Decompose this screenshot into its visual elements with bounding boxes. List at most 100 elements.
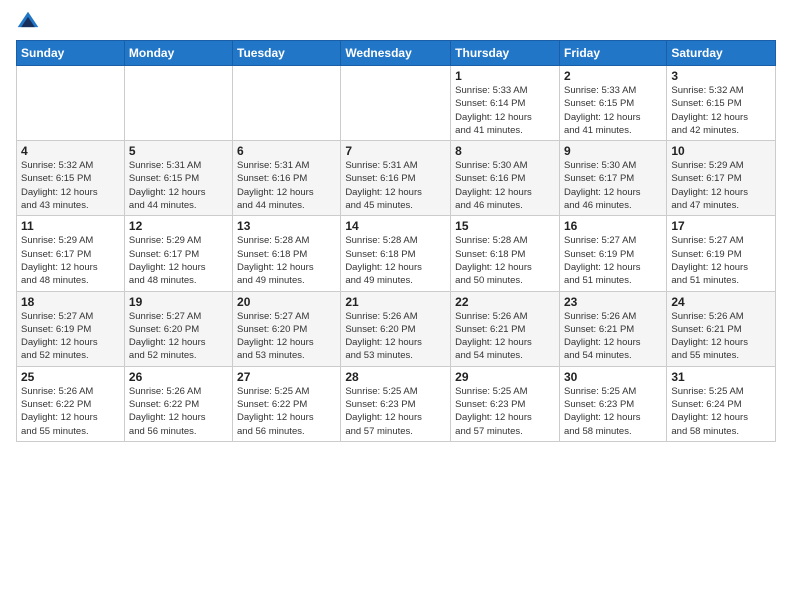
day-number: 2 [564, 69, 662, 83]
calendar-cell: 17Sunrise: 5:27 AM Sunset: 6:19 PM Dayli… [667, 216, 776, 291]
day-number: 26 [129, 370, 228, 384]
logo [16, 10, 44, 34]
calendar-cell [17, 66, 125, 141]
page: SundayMondayTuesdayWednesdayThursdayFrid… [0, 0, 792, 612]
day-number: 4 [21, 144, 120, 158]
calendar-cell: 5Sunrise: 5:31 AM Sunset: 6:15 PM Daylig… [124, 141, 232, 216]
header [16, 10, 776, 34]
weekday-header-friday: Friday [559, 41, 666, 66]
day-info: Sunrise: 5:25 AM Sunset: 6:23 PM Dayligh… [455, 385, 555, 438]
calendar-cell: 27Sunrise: 5:25 AM Sunset: 6:22 PM Dayli… [233, 366, 341, 441]
calendar-week-1: 1Sunrise: 5:33 AM Sunset: 6:14 PM Daylig… [17, 66, 776, 141]
day-number: 1 [455, 69, 555, 83]
day-number: 17 [671, 219, 771, 233]
calendar-cell: 6Sunrise: 5:31 AM Sunset: 6:16 PM Daylig… [233, 141, 341, 216]
calendar-week-2: 4Sunrise: 5:32 AM Sunset: 6:15 PM Daylig… [17, 141, 776, 216]
day-info: Sunrise: 5:27 AM Sunset: 6:20 PM Dayligh… [129, 310, 228, 363]
calendar-cell [233, 66, 341, 141]
calendar-cell: 26Sunrise: 5:26 AM Sunset: 6:22 PM Dayli… [124, 366, 232, 441]
day-number: 21 [345, 295, 446, 309]
calendar-cell: 14Sunrise: 5:28 AM Sunset: 6:18 PM Dayli… [341, 216, 451, 291]
day-info: Sunrise: 5:29 AM Sunset: 6:17 PM Dayligh… [671, 159, 771, 212]
day-info: Sunrise: 5:27 AM Sunset: 6:19 PM Dayligh… [671, 234, 771, 287]
day-number: 23 [564, 295, 662, 309]
calendar-week-5: 25Sunrise: 5:26 AM Sunset: 6:22 PM Dayli… [17, 366, 776, 441]
day-info: Sunrise: 5:26 AM Sunset: 6:21 PM Dayligh… [671, 310, 771, 363]
day-number: 7 [345, 144, 446, 158]
day-info: Sunrise: 5:26 AM Sunset: 6:22 PM Dayligh… [21, 385, 120, 438]
day-info: Sunrise: 5:25 AM Sunset: 6:23 PM Dayligh… [345, 385, 446, 438]
calendar-cell: 18Sunrise: 5:27 AM Sunset: 6:19 PM Dayli… [17, 291, 125, 366]
weekday-header-monday: Monday [124, 41, 232, 66]
calendar-week-4: 18Sunrise: 5:27 AM Sunset: 6:19 PM Dayli… [17, 291, 776, 366]
day-number: 6 [237, 144, 336, 158]
day-info: Sunrise: 5:31 AM Sunset: 6:16 PM Dayligh… [237, 159, 336, 212]
calendar-table: SundayMondayTuesdayWednesdayThursdayFrid… [16, 40, 776, 442]
calendar-cell: 25Sunrise: 5:26 AM Sunset: 6:22 PM Dayli… [17, 366, 125, 441]
day-number: 13 [237, 219, 336, 233]
day-number: 20 [237, 295, 336, 309]
calendar-cell: 8Sunrise: 5:30 AM Sunset: 6:16 PM Daylig… [451, 141, 560, 216]
day-number: 12 [129, 219, 228, 233]
day-info: Sunrise: 5:28 AM Sunset: 6:18 PM Dayligh… [345, 234, 446, 287]
day-info: Sunrise: 5:26 AM Sunset: 6:20 PM Dayligh… [345, 310, 446, 363]
logo-icon [16, 10, 40, 34]
calendar-cell: 16Sunrise: 5:27 AM Sunset: 6:19 PM Dayli… [559, 216, 666, 291]
day-number: 30 [564, 370, 662, 384]
day-number: 15 [455, 219, 555, 233]
calendar-cell: 28Sunrise: 5:25 AM Sunset: 6:23 PM Dayli… [341, 366, 451, 441]
day-info: Sunrise: 5:33 AM Sunset: 6:14 PM Dayligh… [455, 84, 555, 137]
day-number: 11 [21, 219, 120, 233]
day-info: Sunrise: 5:29 AM Sunset: 6:17 PM Dayligh… [129, 234, 228, 287]
day-number: 16 [564, 219, 662, 233]
day-info: Sunrise: 5:28 AM Sunset: 6:18 PM Dayligh… [455, 234, 555, 287]
day-info: Sunrise: 5:25 AM Sunset: 6:24 PM Dayligh… [671, 385, 771, 438]
day-number: 18 [21, 295, 120, 309]
weekday-header-sunday: Sunday [17, 41, 125, 66]
calendar-cell: 12Sunrise: 5:29 AM Sunset: 6:17 PM Dayli… [124, 216, 232, 291]
day-info: Sunrise: 5:32 AM Sunset: 6:15 PM Dayligh… [21, 159, 120, 212]
calendar-cell: 2Sunrise: 5:33 AM Sunset: 6:15 PM Daylig… [559, 66, 666, 141]
calendar-cell: 7Sunrise: 5:31 AM Sunset: 6:16 PM Daylig… [341, 141, 451, 216]
day-info: Sunrise: 5:27 AM Sunset: 6:19 PM Dayligh… [564, 234, 662, 287]
calendar-cell: 13Sunrise: 5:28 AM Sunset: 6:18 PM Dayli… [233, 216, 341, 291]
day-info: Sunrise: 5:26 AM Sunset: 6:21 PM Dayligh… [564, 310, 662, 363]
day-number: 3 [671, 69, 771, 83]
day-number: 25 [21, 370, 120, 384]
day-info: Sunrise: 5:32 AM Sunset: 6:15 PM Dayligh… [671, 84, 771, 137]
day-number: 14 [345, 219, 446, 233]
calendar-week-3: 11 Sunrise: 5:29 AM Sunset: 6:17 PM Dayli… [17, 216, 776, 291]
day-number: 19 [129, 295, 228, 309]
day-info: Sunrise: 5:30 AM Sunset: 6:17 PM Dayligh… [564, 159, 662, 212]
calendar-cell [124, 66, 232, 141]
calendar-cell: 19Sunrise: 5:27 AM Sunset: 6:20 PM Dayli… [124, 291, 232, 366]
calendar-cell: 30Sunrise: 5:25 AM Sunset: 6:23 PM Dayli… [559, 366, 666, 441]
calendar-cell: 3Sunrise: 5:32 AM Sunset: 6:15 PM Daylig… [667, 66, 776, 141]
day-number: 24 [671, 295, 771, 309]
calendar-cell: 9Sunrise: 5:30 AM Sunset: 6:17 PM Daylig… [559, 141, 666, 216]
day-number: 9 [564, 144, 662, 158]
calendar-cell: 24Sunrise: 5:26 AM Sunset: 6:21 PM Dayli… [667, 291, 776, 366]
calendar-cell: 31Sunrise: 5:25 AM Sunset: 6:24 PM Dayli… [667, 366, 776, 441]
day-info: Sunrise: 5:26 AM Sunset: 6:22 PM Dayligh… [129, 385, 228, 438]
day-number: 5 [129, 144, 228, 158]
day-number: 28 [345, 370, 446, 384]
day-info: Sunrise: 5:27 AM Sunset: 6:20 PM Dayligh… [237, 310, 336, 363]
day-number: 31 [671, 370, 771, 384]
day-info: Sunrise: 5:30 AM Sunset: 6:16 PM Dayligh… [455, 159, 555, 212]
day-info: Sunrise: 5:25 AM Sunset: 6:22 PM Dayligh… [237, 385, 336, 438]
calendar-cell: 10Sunrise: 5:29 AM Sunset: 6:17 PM Dayli… [667, 141, 776, 216]
day-info: Sunrise: 5:31 AM Sunset: 6:15 PM Dayligh… [129, 159, 228, 212]
day-info: Sunrise: 5:25 AM Sunset: 6:23 PM Dayligh… [564, 385, 662, 438]
day-info: Sunrise: 5:31 AM Sunset: 6:16 PM Dayligh… [345, 159, 446, 212]
calendar-cell: 23Sunrise: 5:26 AM Sunset: 6:21 PM Dayli… [559, 291, 666, 366]
calendar-cell: 22Sunrise: 5:26 AM Sunset: 6:21 PM Dayli… [451, 291, 560, 366]
calendar-cell: 20Sunrise: 5:27 AM Sunset: 6:20 PM Dayli… [233, 291, 341, 366]
day-number: 8 [455, 144, 555, 158]
calendar-cell: 4Sunrise: 5:32 AM Sunset: 6:15 PM Daylig… [17, 141, 125, 216]
weekday-header-tuesday: Tuesday [233, 41, 341, 66]
calendar-cell: 15Sunrise: 5:28 AM Sunset: 6:18 PM Dayli… [451, 216, 560, 291]
calendar-cell: 1Sunrise: 5:33 AM Sunset: 6:14 PM Daylig… [451, 66, 560, 141]
calendar-cell [341, 66, 451, 141]
weekday-header-saturday: Saturday [667, 41, 776, 66]
